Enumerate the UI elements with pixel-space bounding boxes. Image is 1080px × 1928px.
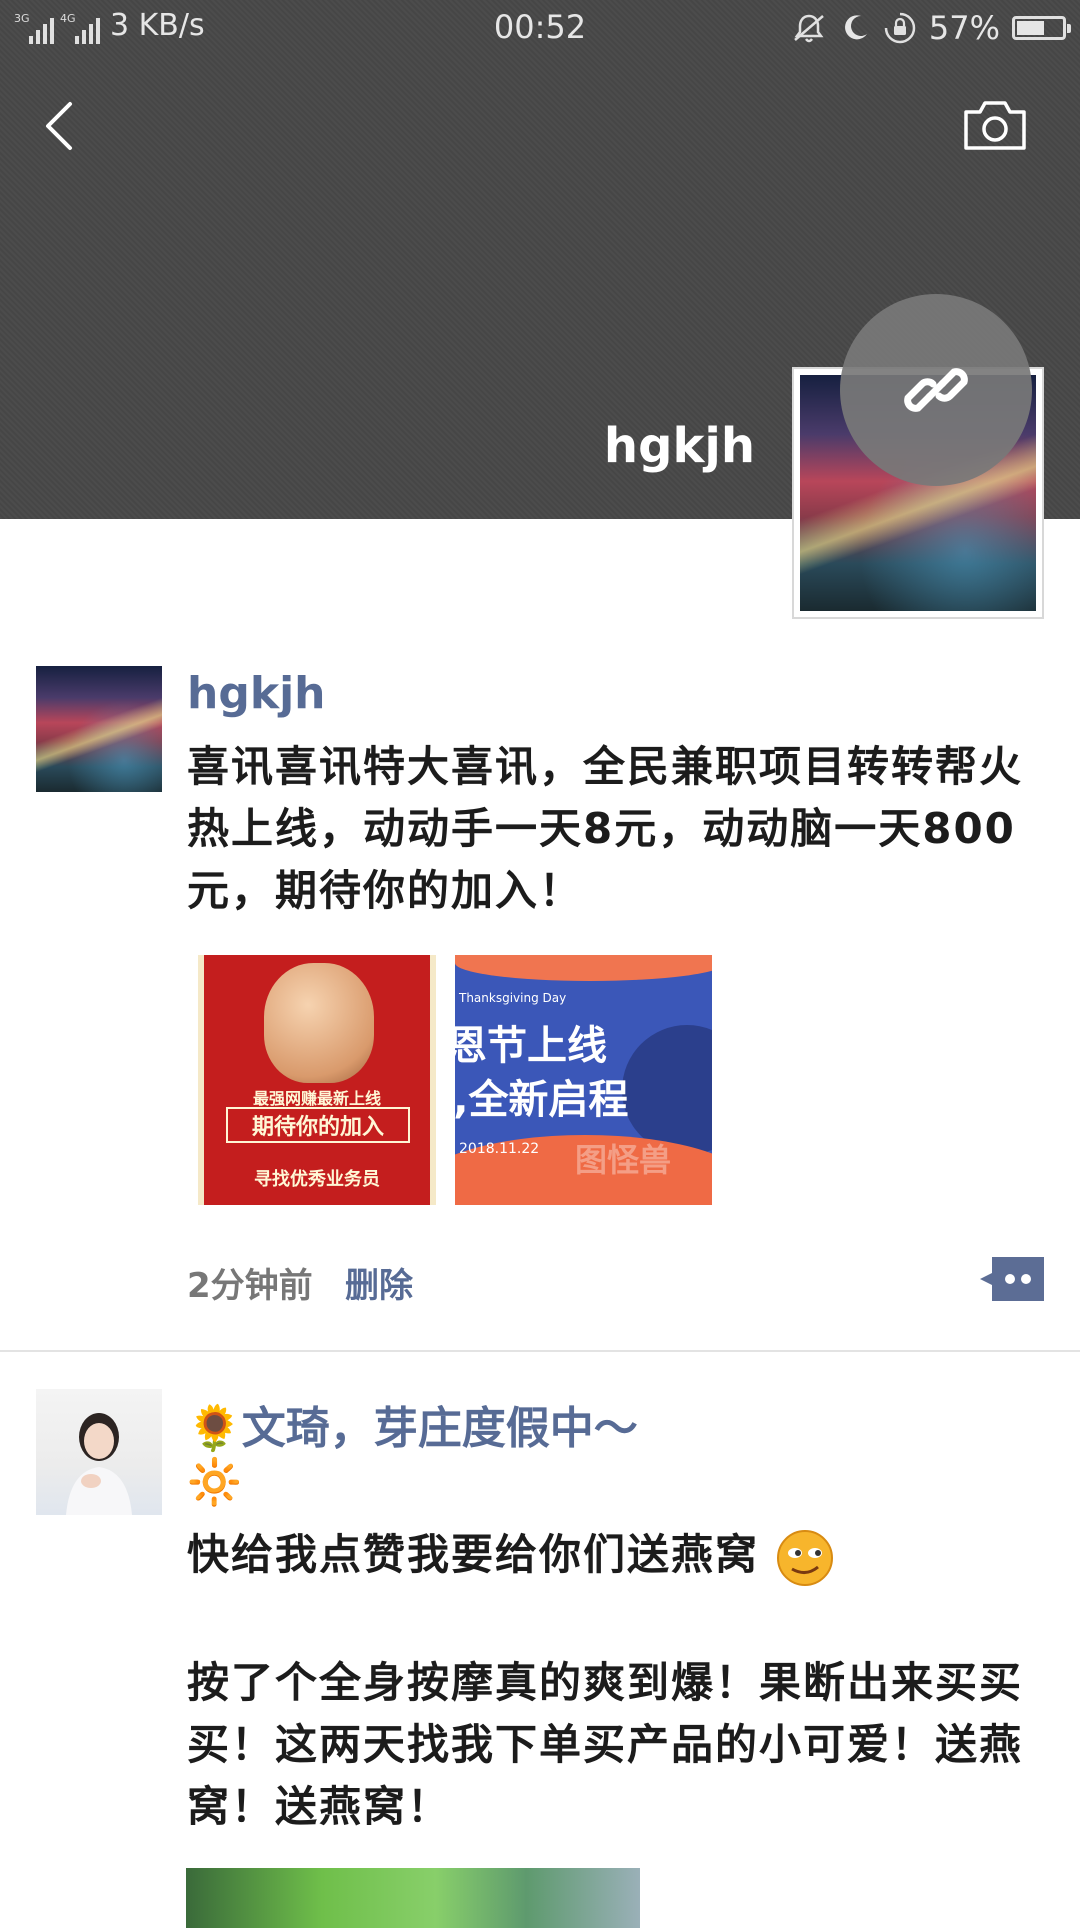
post-text-line-3: 按了个全身按摩真的爽到爆！果断出来买买买！这两天找我下单买产品的小可爱！送燕窝！… <box>187 1658 1024 1831</box>
link-button[interactable] <box>840 294 1032 486</box>
battery-percent: 57% <box>928 9 1000 47</box>
pointing-hand-image <box>264 963 374 1083</box>
vibrate-off-icon <box>794 14 824 43</box>
poster-2-watermark: 图怪兽 <box>575 1141 672 1179</box>
link-icon <box>904 368 968 412</box>
moon-icon <box>844 15 867 40</box>
post-text-line-1: 🔆 <box>187 1457 244 1508</box>
status-bar: 3G 4G 3 KB/s 00:52 57% <box>0 0 1080 56</box>
status-right: 57% <box>791 8 1071 48</box>
poster-2-line-2: !,全新启程 <box>455 1077 629 1123</box>
poster-1-line-2: 期待你的加入 <box>226 1107 410 1143</box>
post-author[interactable]: 🌻文琦，芽庄度假中～ <box>187 1392 638 1456</box>
post-author[interactable]: hgkjh <box>187 668 326 719</box>
poster-wave <box>455 955 712 981</box>
post-text-line-2: 快给我点赞我要给你们送燕窝 <box>187 1524 927 1587</box>
avatar-image <box>36 666 162 792</box>
post-time: 2分钟前 <box>187 1266 313 1306</box>
smirk-emoji-icon <box>776 1529 833 1586</box>
post-text-line-2-text: 快给我点赞我要给你们送燕窝 <box>187 1530 760 1579</box>
camera-icon <box>964 101 1026 150</box>
poster-2-en: Thanksgiving Day <box>459 991 567 1005</box>
post-divider <box>0 1350 1080 1352</box>
rotation-lock-icon <box>884 12 916 44</box>
post-avatar[interactable] <box>36 1389 162 1515</box>
back-button[interactable] <box>38 96 82 156</box>
camera-button[interactable] <box>962 96 1028 156</box>
battery-icon <box>1012 16 1071 40</box>
delete-button[interactable]: 删除 <box>345 1258 413 1307</box>
cover-username: hgkjh <box>603 418 755 474</box>
poster-1-line-1: 最强网赚最新上线 <box>252 1089 381 1108</box>
post-text: 喜讯喜讯特大喜讯，全民兼职项目转转帮火热上线，动动手一天8元，动动脑一天800元… <box>187 742 1024 915</box>
poster-2-line-1: 恩节上线 <box>455 1023 607 1069</box>
comment-dots-icon <box>980 1257 1044 1301</box>
poster-1-line-3: 寻找优秀业务员 <box>254 1169 380 1190</box>
battery-level <box>1017 21 1045 35</box>
post-image-1[interactable]: 最强网赚最新上线 期待你的加入 寻找优秀业务员 <box>198 955 436 1205</box>
avatar-image <box>66 1413 132 1515</box>
post-image-2[interactable]: Thanksgiving Day 恩节上线 !,全新启程 2018.11.22 … <box>455 955 712 1205</box>
more-actions-button[interactable] <box>980 1257 1044 1301</box>
poster-2-date: 2018.11.22 <box>459 1141 540 1157</box>
post-image[interactable] <box>186 1868 640 1928</box>
post-avatar[interactable] <box>36 666 162 792</box>
chevron-left-icon <box>46 102 72 150</box>
